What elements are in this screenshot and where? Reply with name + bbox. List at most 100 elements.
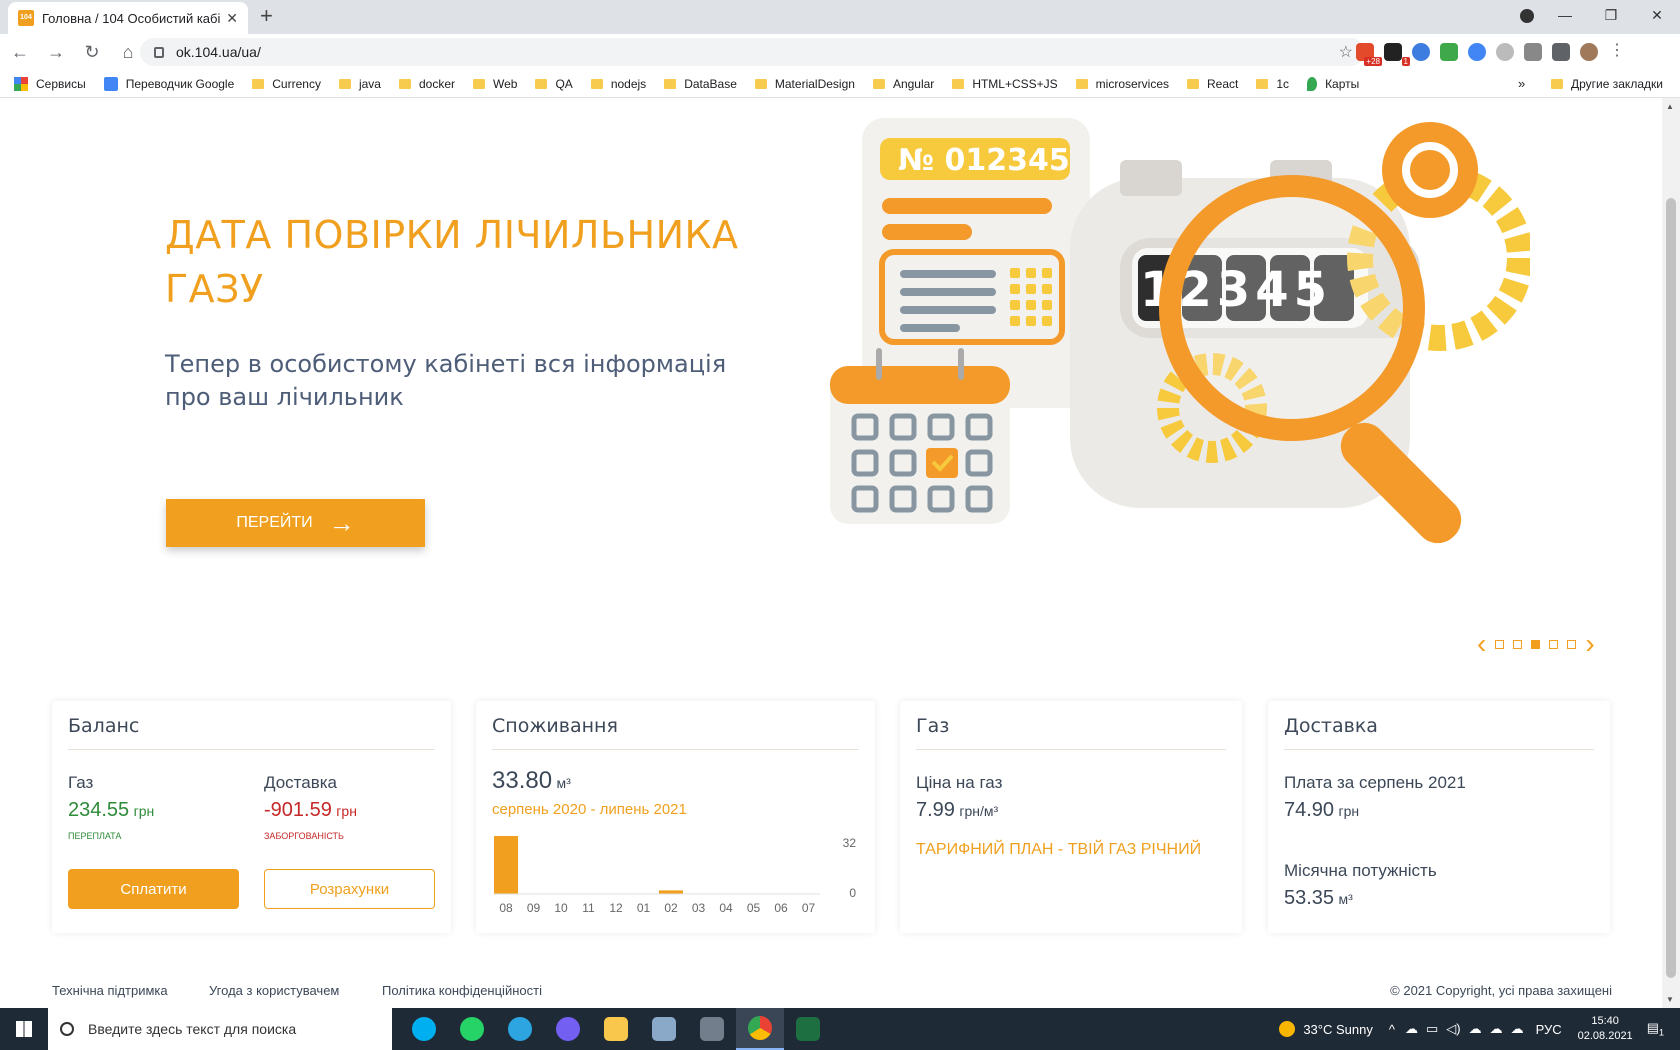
apps-icon	[14, 76, 28, 91]
extensions-puzzle-icon[interactable]	[1552, 43, 1570, 61]
bookmark-apps[interactable]: Сервисы	[14, 76, 86, 91]
whatsapp-icon	[460, 1017, 484, 1041]
scrollbar-thumb[interactable]	[1666, 198, 1676, 978]
new-tab-icon[interactable]: +	[260, 5, 273, 27]
bookmark-folder[interactable]: docker	[398, 76, 455, 91]
footer-link-privacy[interactable]: Політика конфіденційності	[382, 983, 542, 998]
folder-icon	[664, 78, 677, 89]
bookmark-folder[interactable]: nodejs	[590, 77, 646, 91]
weather-sun-icon[interactable]	[1279, 1021, 1296, 1037]
extension-icon[interactable]	[1468, 43, 1486, 61]
gas-balance-status: ПЕРЕПЛАТА	[68, 831, 122, 841]
menu-icon[interactable]: ⋮	[1608, 43, 1626, 61]
bookmark-folder[interactable]: Angular	[872, 77, 934, 91]
page-scrollbar[interactable]: ▲ ▼	[1662, 98, 1680, 1008]
bookmark-folder[interactable]: microservices	[1075, 77, 1169, 91]
whatsapp-app[interactable]	[448, 1008, 496, 1050]
forward-icon[interactable]: →	[40, 42, 72, 63]
tray-chevron-icon[interactable]: ^	[1389, 1022, 1395, 1037]
carousel-dot-active[interactable]	[1531, 639, 1541, 649]
bookmark-folder[interactable]: HTML+CSS+JS	[952, 77, 1058, 91]
extension-icon[interactable]: 1	[1384, 43, 1410, 66]
calculator-app[interactable]	[688, 1008, 736, 1050]
carousel-dot[interactable]	[1549, 639, 1559, 649]
delivery-payment-label: Плата за серпень 2021	[1284, 773, 1466, 792]
scroll-down-icon[interactable]: ▼	[1666, 995, 1674, 1004]
excel-app[interactable]	[784, 1008, 832, 1050]
bookmark-folder[interactable]: Web	[473, 77, 517, 91]
viber-app[interactable]	[544, 1008, 592, 1050]
download-extension-icon[interactable]	[1440, 43, 1458, 61]
paint-app[interactable]	[640, 1008, 688, 1050]
lock-icon[interactable]	[154, 46, 164, 58]
bookmark-folder[interactable]: DataBase	[664, 77, 737, 91]
network-icon[interactable]: ▭	[1426, 1021, 1438, 1037]
language-indicator[interactable]: РУС	[1536, 1022, 1562, 1037]
bookmark-label: docker	[418, 76, 455, 91]
bookmark-folder[interactable]: QA	[535, 77, 573, 91]
onedrive-icon[interactable]: ☁	[1490, 1021, 1503, 1037]
bookmark-folder[interactable]: Currency	[252, 77, 321, 91]
extension-icon[interactable]	[1496, 43, 1514, 61]
other-bookmarks[interactable]: Другие закладки	[1551, 70, 1663, 98]
folder-icon	[338, 78, 351, 89]
close-window-icon[interactable]: ✕	[1634, 7, 1680, 24]
restore-icon[interactable]: ❐	[1588, 7, 1634, 24]
volume-icon[interactable]: ◁)	[1446, 1021, 1460, 1037]
hero-go-button[interactable]: ПЕРЕЙТИ →	[166, 499, 425, 547]
carousel-next-icon[interactable]: ›	[1585, 630, 1594, 658]
carousel-prev-icon[interactable]: ‹	[1477, 630, 1486, 658]
minimize-icon[interactable]: —	[1542, 7, 1588, 23]
bookmark-label: Другие закладки	[1571, 77, 1663, 91]
chrome-icon	[748, 1016, 772, 1040]
close-tab-icon[interactable]: ✕	[226, 10, 238, 27]
weather-text[interactable]: 33°C Sunny	[1303, 1022, 1373, 1037]
chart-x-tick-02: 02	[664, 901, 678, 915]
bookmark-star-icon[interactable]: ☆	[1339, 42, 1353, 62]
skype-app[interactable]	[400, 1008, 448, 1050]
start-button[interactable]	[0, 1021, 48, 1037]
reload-icon[interactable]: ↻	[76, 42, 108, 63]
carousel-dot[interactable]	[1567, 639, 1577, 649]
footer-link-terms[interactable]: Угода з користувачем	[209, 983, 339, 998]
profile-avatar[interactable]	[1580, 43, 1598, 61]
extension-icon[interactable]	[1412, 43, 1430, 61]
notification-count: 1	[1658, 1027, 1664, 1038]
extension-icon[interactable]: +28	[1356, 43, 1382, 66]
bookmark-maps[interactable]: Карты	[1307, 76, 1359, 91]
telegram-app[interactable]	[496, 1008, 544, 1050]
folder-icon	[398, 78, 411, 89]
bookmark-folder[interactable]: 1с	[1256, 77, 1289, 91]
notifications-icon[interactable]: ▤1	[1647, 1020, 1664, 1038]
url-text[interactable]: ok.104.ua/ua/	[176, 44, 1339, 60]
bookmark-folder[interactable]: MaterialDesign	[754, 77, 855, 91]
chart-bar-02	[659, 890, 683, 894]
clock[interactable]: 15:40 02.08.2021	[1578, 1014, 1633, 1044]
tab-search-icon[interactable]	[1512, 7, 1542, 24]
bookmark-folder[interactable]: React	[1187, 77, 1238, 91]
extension-icon[interactable]	[1524, 43, 1542, 61]
onedrive-icon[interactable]: ☁	[1469, 1021, 1482, 1037]
consumption-value: 33.80	[492, 767, 553, 794]
viber-icon	[556, 1017, 580, 1041]
calculations-button[interactable]: Розрахунки	[264, 869, 435, 909]
chart-x-tick-07: 07	[802, 901, 816, 915]
back-icon[interactable]: ←	[4, 42, 36, 63]
search-icon	[60, 1022, 74, 1036]
cloud-icon[interactable]: ☁	[1405, 1021, 1418, 1037]
bookmark-folder[interactable]: java	[338, 77, 381, 91]
onedrive-icon[interactable]: ☁	[1511, 1021, 1524, 1037]
pay-button[interactable]: Сплатити	[68, 869, 239, 909]
chrome-app[interactable]	[736, 1008, 784, 1050]
scroll-up-icon[interactable]: ▲	[1666, 102, 1674, 111]
taskbar-search[interactable]: Введите здесь текст для поиска	[48, 1008, 392, 1050]
bookmarks-more-icon[interactable]: »	[1518, 76, 1525, 91]
carousel-dot[interactable]	[1495, 639, 1505, 649]
bookmark-translate[interactable]: Переводчик Google	[103, 76, 234, 91]
file-explorer-app[interactable]	[592, 1008, 640, 1050]
address-bar[interactable]: ok.104.ua/ua/ ☆	[140, 38, 1365, 66]
browser-tab[interactable]: 104 Головна / 104 Особистий кабін ✕	[8, 2, 248, 34]
footer-link-support[interactable]: Технічна підтримка	[52, 983, 168, 998]
capacity-unit: м³	[1338, 891, 1353, 907]
carousel-dot[interactable]	[1513, 639, 1523, 649]
